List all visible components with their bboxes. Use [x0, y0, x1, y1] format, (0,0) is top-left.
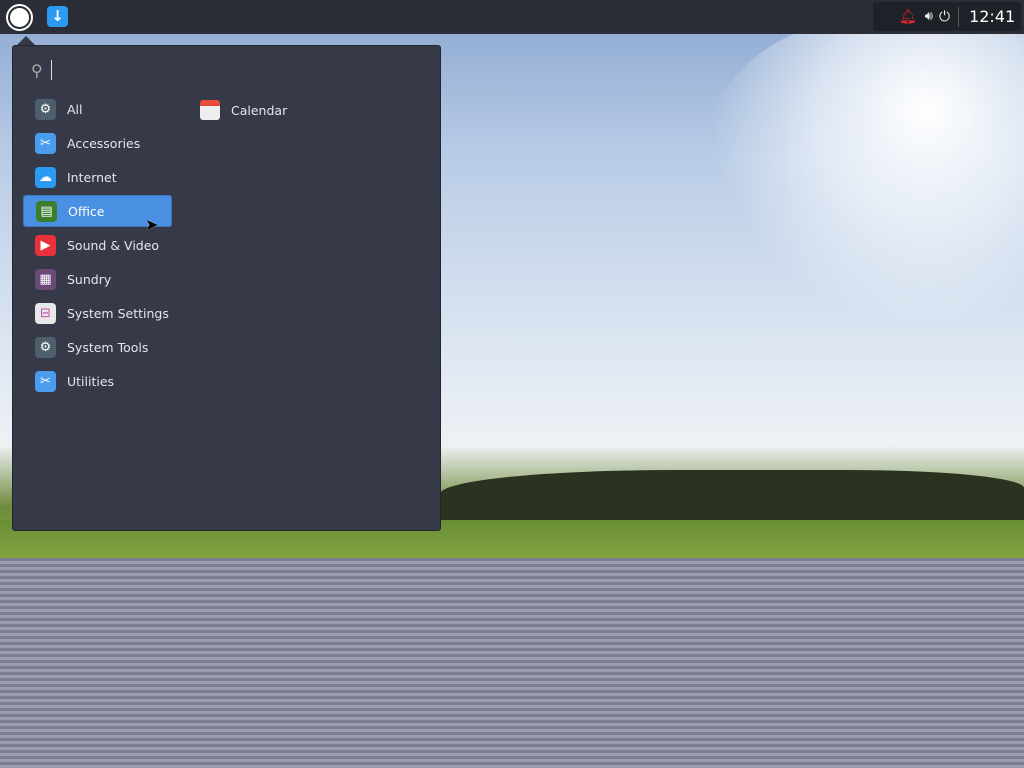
notification-bell-icon[interactable]: 🔔︎ [899, 9, 917, 25]
system-tray: 🔔︎ 🔊︎ ⏻ 12:41 [873, 2, 1021, 31]
category-label: Office [68, 203, 105, 219]
search-icon: ⚲ [31, 60, 43, 80]
gear-icon: ⚙ [35, 336, 56, 358]
category-sundry[interactable]: ▦ Sundry [23, 263, 172, 295]
category-label: Accessories [67, 135, 141, 151]
tray-divider [958, 6, 960, 27]
cloud-icon: ☁ [35, 166, 56, 188]
category-label: Sundry [67, 271, 112, 287]
category-label: System Settings [67, 305, 169, 321]
wallpaper-sun [700, 20, 1024, 320]
category-label: Internet [67, 169, 117, 185]
circle-icon [10, 8, 29, 27]
category-label: Utilities [67, 373, 115, 389]
category-all[interactable]: ⚙ All [23, 93, 172, 125]
play-icon: ▶ [35, 234, 56, 256]
category-accessories[interactable]: ✂ Accessories [23, 127, 172, 159]
document-icon: ▤ [36, 200, 57, 222]
power-icon[interactable]: ⏻ [939, 9, 950, 25]
download-icon[interactable]: ↓ [47, 6, 68, 27]
scissors-icon: ✂ [35, 132, 56, 154]
category-label: Sound & Video [67, 237, 160, 253]
category-system-tools[interactable]: ⚙ System Tools [23, 331, 172, 363]
app-launcher-popup: ⚲ ⚙ All ✂ Accessories ☁ Internet ▤ Office ▶ Sound… [12, 45, 441, 531]
app-menu-button[interactable] [6, 4, 33, 31]
category-internet[interactable]: ☁ Internet [23, 161, 172, 193]
wallpaper-water [0, 558, 1024, 768]
calendar-icon [200, 100, 220, 120]
app-label: Calendar [231, 102, 288, 118]
clock[interactable]: 12:41 [969, 7, 1015, 26]
search-field[interactable]: ⚲ [31, 60, 52, 80]
top-panel: ↓ 🔔︎ 🔊︎ ⏻ 12:41 [0, 0, 1024, 34]
mouse-cursor-icon: ➤ [145, 215, 159, 234]
gear-icon: ⚙ [35, 98, 56, 120]
scissors-icon: ✂ [35, 370, 56, 392]
text-caret [50, 60, 52, 80]
toggle-icon: ⊟ [35, 302, 56, 324]
app-calendar[interactable]: Calendar [200, 100, 287, 120]
volume-icon[interactable]: 🔊︎ [925, 9, 933, 24]
category-label: System Tools [67, 339, 149, 355]
category-system-settings[interactable]: ⊟ System Settings [23, 297, 172, 329]
grid-icon: ▦ [35, 268, 56, 290]
category-label: All [67, 101, 83, 117]
category-utilities[interactable]: ✂ Utilities [23, 365, 172, 397]
